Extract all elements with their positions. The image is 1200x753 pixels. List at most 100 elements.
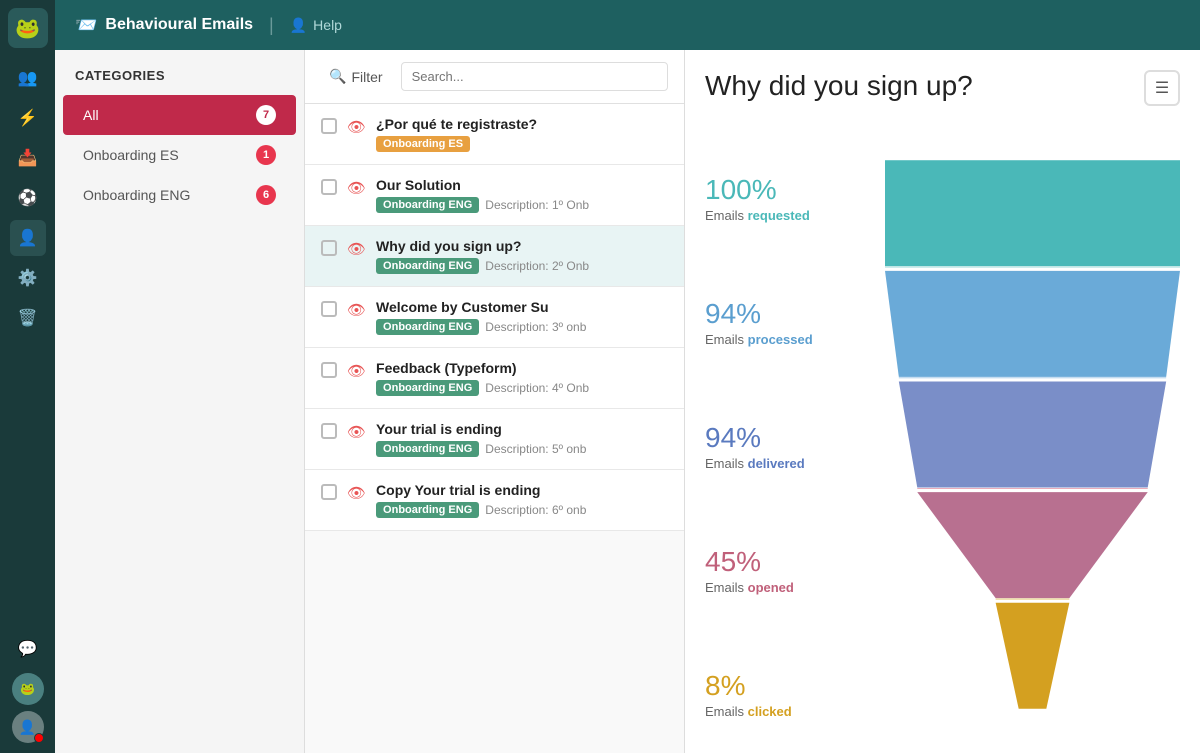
email-tags-3: Onboarding ENG Description: 2º Onb bbox=[376, 258, 668, 274]
header-title: 📨 Behavioural Emails bbox=[75, 15, 253, 36]
email-checkbox-5[interactable] bbox=[321, 362, 337, 378]
detail-header: Why did you sign up? ☰ bbox=[705, 70, 1180, 106]
stat-processed: 94% Emails processed bbox=[705, 260, 885, 384]
email-desc-2: Description: 1º Onb bbox=[485, 198, 589, 212]
help-button[interactable]: 👤 Help bbox=[290, 17, 342, 34]
sidebar-icon-trash[interactable]: 🗑️ bbox=[10, 300, 46, 336]
menu-button[interactable]: ☰ bbox=[1144, 70, 1180, 106]
pct-requested: 100% bbox=[705, 174, 885, 206]
email-checkbox-2[interactable] bbox=[321, 179, 337, 195]
sidebar-icon-chat[interactable]: 💬 bbox=[10, 631, 46, 667]
categories-header: CATEGORIES bbox=[55, 50, 304, 95]
category-onboarding-eng-label: Onboarding ENG bbox=[83, 187, 190, 203]
email-item-1[interactable]: 👁 ¿Por qué te registraste? Onboarding ES bbox=[305, 104, 684, 165]
email-info-5: Feedback (Typeform) Onboarding ENG Descr… bbox=[376, 360, 668, 396]
email-checkbox-4[interactable] bbox=[321, 301, 337, 317]
email-info-6: Your trial is ending Onboarding ENG Desc… bbox=[376, 421, 668, 457]
pct-opened: 45% bbox=[705, 546, 885, 578]
email-item-3[interactable]: 👁 Why did you sign up? Onboarding ENG De… bbox=[305, 226, 684, 287]
email-desc-7: Description: 6º onb bbox=[485, 503, 586, 517]
tag-eng-4: Onboarding ENG bbox=[376, 319, 479, 335]
funnel-svg-wrapper bbox=[885, 126, 1180, 753]
eye-icon-6: 👁 bbox=[347, 423, 366, 441]
eye-icon-1: 👁 bbox=[347, 118, 366, 136]
email-checkbox-6[interactable] bbox=[321, 423, 337, 439]
categories-panel: CATEGORIES All 7 Onboarding ES 1 Onboard… bbox=[55, 50, 305, 753]
sidebar-icon-soccer[interactable]: ⚽ bbox=[10, 180, 46, 216]
email-desc-6: Description: 5º onb bbox=[485, 442, 586, 456]
email-title-3: Why did you sign up? bbox=[376, 238, 668, 254]
email-list-panel: 🔍 Filter 👁 ¿Por qué te registraste? Onbo… bbox=[305, 50, 685, 753]
detail-title: Why did you sign up? bbox=[705, 70, 973, 102]
filter-icon: 🔍 bbox=[329, 68, 346, 85]
email-title-5: Feedback (Typeform) bbox=[376, 360, 668, 376]
email-info-7: Copy Your trial is ending Onboarding ENG… bbox=[376, 482, 668, 518]
avatar-user[interactable]: 👤 bbox=[12, 711, 44, 743]
category-onboarding-es-label: Onboarding ES bbox=[83, 147, 179, 163]
category-all-label: All bbox=[83, 107, 99, 123]
sidebar-icon-user[interactable]: 👤 bbox=[10, 220, 46, 256]
email-item-6[interactable]: 👁 Your trial is ending Onboarding ENG De… bbox=[305, 409, 684, 470]
email-info-2: Our Solution Onboarding ENG Description:… bbox=[376, 177, 668, 213]
filter-label: Filter bbox=[351, 69, 382, 85]
stat-requested: 100% Emails requested bbox=[705, 136, 885, 260]
email-tags-7: Onboarding ENG Description: 6º onb bbox=[376, 502, 668, 518]
email-checkbox-3[interactable] bbox=[321, 240, 337, 256]
main-wrapper: 📨 Behavioural Emails | 👤 Help CATEGORIES… bbox=[55, 0, 1200, 753]
label-requested: Emails requested bbox=[705, 208, 885, 223]
label-opened: Emails opened bbox=[705, 580, 885, 595]
email-tags-2: Onboarding ENG Description: 1º Onb bbox=[376, 197, 668, 213]
email-item-4[interactable]: 👁 Welcome by Customer Su Onboarding ENG … bbox=[305, 287, 684, 348]
email-item-7[interactable]: 👁 Copy Your trial is ending Onboarding E… bbox=[305, 470, 684, 531]
header-title-text: Behavioural Emails bbox=[105, 16, 253, 34]
tag-es-1: Onboarding ES bbox=[376, 136, 470, 152]
pct-clicked: 8% bbox=[705, 670, 885, 702]
category-onboarding-es[interactable]: Onboarding ES 1 bbox=[63, 135, 296, 175]
tag-eng-3: Onboarding ENG bbox=[376, 258, 479, 274]
eye-icon-5: 👁 bbox=[347, 362, 366, 380]
email-item-5[interactable]: 👁 Feedback (Typeform) Onboarding ENG Des… bbox=[305, 348, 684, 409]
eye-icon-4: 👁 bbox=[347, 301, 366, 319]
sidebar-icon-users[interactable]: 👥 bbox=[10, 60, 46, 96]
top-header: 📨 Behavioural Emails | 👤 Help bbox=[55, 0, 1200, 50]
avatar-frog[interactable]: 🐸 bbox=[12, 673, 44, 705]
funnel-stats-col: 100% Emails requested 94% Emails process… bbox=[705, 126, 885, 753]
detail-panel: Why did you sign up? ☰ 100% Emails reque… bbox=[685, 50, 1200, 753]
sidebar-icon-settings[interactable]: ⚙️ bbox=[10, 260, 46, 296]
category-onboarding-eng[interactable]: Onboarding ENG 6 bbox=[63, 175, 296, 215]
sidebar-icon-inbox[interactable]: 📥 bbox=[10, 140, 46, 176]
tag-eng-2: Onboarding ENG bbox=[376, 197, 479, 213]
sidebar: 🐸 👥 ⚡ 📥 ⚽ 👤 ⚙️ 🗑️ 💬 🐸 👤 bbox=[0, 0, 55, 753]
email-desc-3: Description: 2º Onb bbox=[485, 259, 589, 273]
tag-eng-6: Onboarding ENG bbox=[376, 441, 479, 457]
email-title-4: Welcome by Customer Su bbox=[376, 299, 668, 315]
category-onboarding-es-badge: 1 bbox=[256, 145, 276, 165]
funnel-layout: 100% Emails requested 94% Emails process… bbox=[705, 126, 1180, 753]
email-item-2[interactable]: 👁 Our Solution Onboarding ENG Descriptio… bbox=[305, 165, 684, 226]
eye-icon-2: 👁 bbox=[347, 179, 366, 197]
email-tags-5: Onboarding ENG Description: 4º Onb bbox=[376, 380, 668, 396]
filter-button[interactable]: 🔍 Filter bbox=[321, 63, 391, 90]
tag-eng-5: Onboarding ENG bbox=[376, 380, 479, 396]
email-desc-4: Description: 3º onb bbox=[485, 320, 586, 334]
tag-eng-7: Onboarding ENG bbox=[376, 502, 479, 518]
email-title-6: Your trial is ending bbox=[376, 421, 668, 437]
email-title-2: Our Solution bbox=[376, 177, 668, 193]
category-onboarding-eng-badge: 6 bbox=[256, 185, 276, 205]
list-toolbar: 🔍 Filter bbox=[305, 50, 684, 104]
email-tags-6: Onboarding ENG Description: 5º onb bbox=[376, 441, 668, 457]
search-input[interactable] bbox=[401, 62, 668, 91]
category-all-badge: 7 bbox=[256, 105, 276, 125]
label-processed: Emails processed bbox=[705, 332, 885, 347]
email-checkbox-7[interactable] bbox=[321, 484, 337, 500]
app-logo[interactable]: 🐸 bbox=[8, 8, 48, 48]
header-divider: | bbox=[269, 15, 274, 36]
stat-delivered: 94% Emails delivered bbox=[705, 384, 885, 508]
send-icon: 📨 bbox=[75, 15, 97, 36]
eye-icon-7: 👁 bbox=[347, 484, 366, 502]
email-checkbox-1[interactable] bbox=[321, 118, 337, 134]
sidebar-icon-lightning[interactable]: ⚡ bbox=[10, 100, 46, 136]
email-title-1: ¿Por qué te registraste? bbox=[376, 116, 668, 132]
pct-processed: 94% bbox=[705, 298, 885, 330]
category-all[interactable]: All 7 bbox=[63, 95, 296, 135]
